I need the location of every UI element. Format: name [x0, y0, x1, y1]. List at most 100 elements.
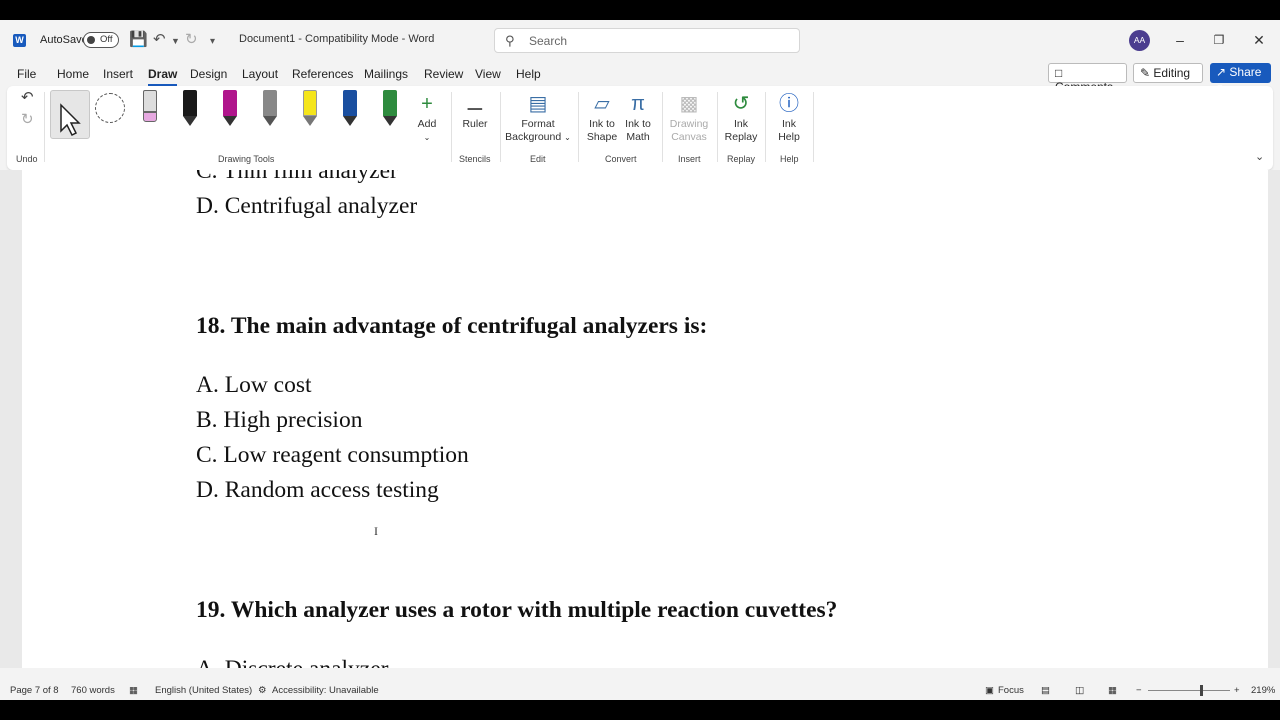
search-box[interactable]: ⚲ Search	[494, 28, 800, 53]
focus-mode[interactable]: Focus	[998, 685, 1024, 696]
zoom-level[interactable]: 219%	[1251, 685, 1275, 696]
ink-help-button[interactable]: ⓘ Ink Help	[771, 90, 807, 144]
ink-to-shape-label-2: Shape	[586, 131, 618, 143]
add-pen-button[interactable]: + Add ⌄	[411, 90, 443, 144]
group-label-edit: Edit	[530, 154, 546, 164]
pen-tip	[183, 116, 197, 126]
format-background-label-1: Format	[521, 118, 555, 130]
ink-to-math-label-2: Math	[626, 131, 650, 143]
draw-ribbon: ↶ ↻ Undo + Add ⌄ Drawing Tools ⚊ Ruler S…	[7, 86, 1273, 170]
eraser-tool[interactable]	[140, 90, 160, 128]
accessibility-status[interactable]: Accessibility: Unavailable	[272, 685, 379, 696]
editing-label: Editing	[1153, 66, 1191, 80]
pen-black[interactable]	[180, 90, 200, 128]
tab-help[interactable]: Help	[516, 67, 541, 81]
ink-to-math-button[interactable]: π Ink to Math	[621, 90, 655, 144]
zoom-slider[interactable]	[1148, 685, 1230, 696]
tab-view[interactable]: View	[475, 67, 501, 81]
customize-qat-icon[interactable]: ▾	[210, 36, 215, 47]
ink-replay-button[interactable]: ↺ Ink Replay	[723, 90, 759, 144]
pen-icon	[343, 90, 357, 116]
proofing-icon[interactable]: ▦	[129, 685, 138, 696]
save-icon[interactable]: 💾	[129, 30, 148, 48]
ruler-label: Ruler	[462, 118, 488, 130]
comments-button[interactable]: □ Comments	[1048, 63, 1127, 94]
tab-review[interactable]: Review	[424, 67, 463, 81]
lasso-select-icon[interactable]	[95, 93, 125, 123]
group-label-replay: Replay	[727, 154, 756, 164]
tab-insert[interactable]: Insert	[103, 67, 133, 81]
question-heading: 19. Which analyzer uses a rotor with mul…	[196, 597, 838, 623]
ink-replay-label-2: Replay	[724, 131, 758, 143]
ink-to-shape-icon: ▱	[594, 93, 610, 115]
highlighter-yellow[interactable]	[300, 90, 320, 128]
pencil-gray[interactable]	[260, 90, 280, 128]
pen-icon	[383, 90, 397, 116]
pen-magenta[interactable]	[220, 90, 240, 128]
page-count[interactable]: Page 7 of 8	[10, 685, 59, 696]
toggle-knob	[87, 36, 95, 44]
group-label-stencils: Stencils	[459, 154, 491, 164]
web-layout-icon[interactable]: ▦	[1108, 685, 1117, 696]
redo-icon[interactable]: ↻	[185, 30, 198, 48]
pen-blue[interactable]	[340, 90, 360, 128]
format-background-label-2: Background	[505, 131, 562, 143]
zoom-out-icon[interactable]: −	[1136, 685, 1142, 696]
autosave-toggle[interactable]: Off	[83, 32, 119, 48]
accessibility-icon[interactable]: ⚙	[258, 685, 267, 696]
word-window: W AutoSave Off 💾 ↶ ▼ ↻ ▾ Document1 - Com…	[0, 20, 1280, 700]
close-icon[interactable]: ✕	[1248, 29, 1270, 51]
group-label-drawing-tools: Drawing Tools	[218, 154, 275, 164]
zoom-in-icon[interactable]: +	[1234, 685, 1240, 696]
group-label-convert: Convert	[605, 154, 637, 164]
share-button[interactable]: ↗ Share ▼	[1210, 63, 1271, 92]
ruler-icon: ⚊	[466, 93, 484, 115]
tab-layout[interactable]: Layout	[242, 67, 278, 81]
autosave-label: AutoSave	[40, 34, 88, 46]
chevron-down-icon: ⌄	[564, 133, 571, 142]
eraser-tip	[143, 112, 157, 122]
group-label-insert: Insert	[678, 154, 701, 164]
title-bar: W AutoSave Off 💾 ↶ ▼ ↻ ▾ Document1 - Com…	[0, 20, 1280, 60]
language[interactable]: English (United States)	[155, 685, 252, 696]
read-mode-icon[interactable]: ▤	[1041, 685, 1050, 696]
undo-icon[interactable]: ↶	[21, 88, 34, 106]
option-line: D. Random access testing	[196, 477, 439, 503]
group-separator	[662, 92, 663, 162]
highlighter-icon	[303, 90, 317, 116]
undo-icon[interactable]: ↶	[153, 30, 166, 48]
print-layout-icon[interactable]: ◫	[1075, 685, 1084, 696]
zoom-slider-thumb[interactable]	[1200, 685, 1203, 696]
drawing-canvas-icon: ▩	[679, 93, 699, 115]
avatar[interactable]: AA	[1129, 30, 1150, 51]
ink-to-math-label-1: Ink to	[625, 118, 651, 130]
tab-mailings[interactable]: Mailings	[364, 67, 408, 81]
document-page[interactable]: C. Thin film analyzer D. Centrifugal ana…	[22, 170, 1268, 668]
share-icon: ↗	[1216, 65, 1227, 79]
tab-file[interactable]: File	[17, 67, 36, 81]
group-separator	[451, 92, 452, 162]
pen-green[interactable]	[380, 90, 400, 128]
tab-design[interactable]: Design	[190, 67, 227, 81]
ink-to-shape-button[interactable]: ▱ Ink to Shape	[585, 90, 619, 144]
drawing-canvas-label-1: Drawing	[669, 118, 709, 130]
tab-home[interactable]: Home	[57, 67, 89, 81]
word-count[interactable]: 760 words	[71, 685, 115, 696]
redo-icon[interactable]: ↻	[21, 110, 34, 128]
ruler-button[interactable]: ⚊ Ruler	[457, 90, 493, 131]
pencil-icon	[263, 90, 277, 116]
undo-dropdown-icon[interactable]: ▼	[171, 36, 180, 46]
collapse-ribbon-icon[interactable]: ⌄	[1255, 150, 1264, 163]
group-separator	[813, 92, 814, 162]
tab-references[interactable]: References	[292, 67, 353, 81]
minimize-icon[interactable]: –	[1169, 29, 1191, 51]
option-line: D. Centrifugal analyzer	[196, 193, 418, 219]
restore-icon[interactable]: ❐	[1208, 29, 1230, 51]
select-objects-button[interactable]	[50, 90, 90, 139]
pointer-icon	[60, 103, 81, 137]
tab-draw[interactable]: Draw	[148, 67, 178, 86]
drawing-canvas-button[interactable]: ▩ Drawing Canvas	[667, 90, 711, 144]
format-background-button[interactable]: ▤ Format Background ⌄	[505, 90, 571, 144]
editing-mode-button[interactable]: ✎ Editing ▼	[1133, 63, 1203, 93]
pen-tip	[383, 116, 397, 126]
